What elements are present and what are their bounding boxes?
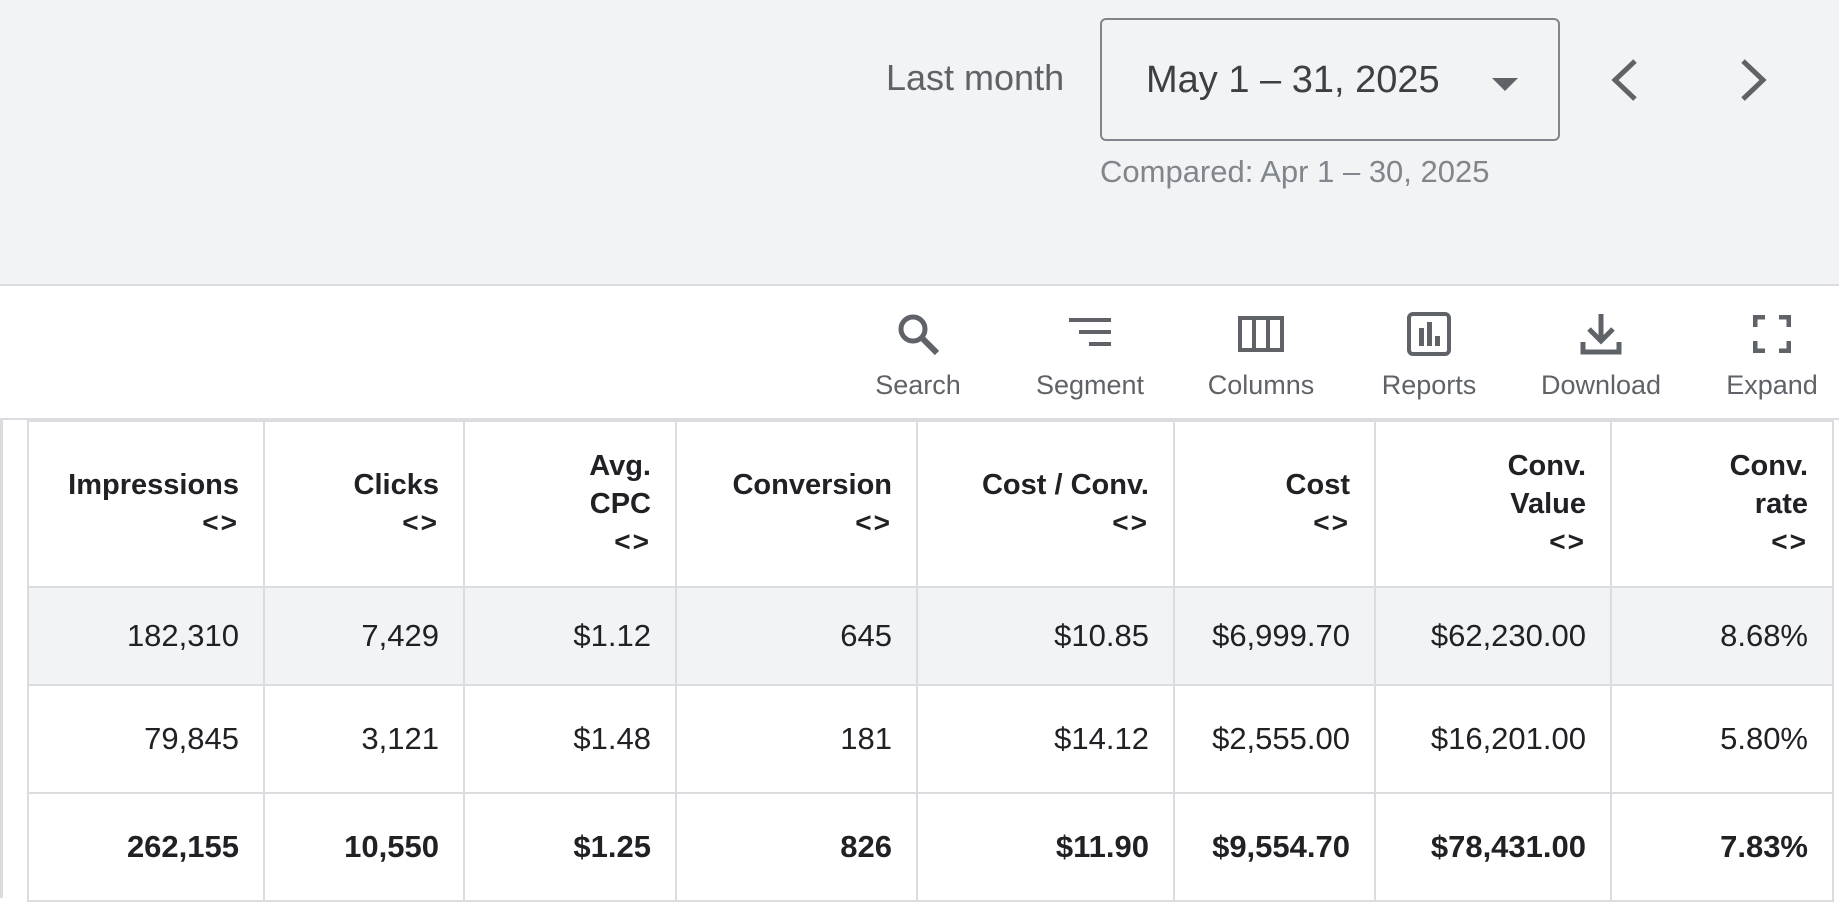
search-icon: [898, 314, 940, 356]
left-divider: [0, 420, 3, 898]
column-header-impressions[interactable]: Impressions <>: [27, 420, 265, 588]
column-header-conv-rate[interactable]: Conv. rate <>: [1610, 420, 1834, 588]
expand-icon: [1753, 315, 1791, 353]
sort-toggle-icon: <>: [1313, 507, 1350, 538]
sort-toggle-icon: <>: [1771, 526, 1808, 557]
dropdown-caret-icon: [1492, 78, 1518, 91]
column-header-cost-per-conv[interactable]: Cost / Conv. <>: [916, 420, 1175, 588]
total-impressions: 262,155: [27, 792, 265, 902]
expand-label: Expand: [1726, 370, 1818, 400]
range-label: Last month: [886, 57, 1065, 98]
cell-cost: $6,999.70: [1173, 586, 1376, 686]
column-header-cost[interactable]: Cost <>: [1173, 420, 1376, 588]
cell-conversion: 645: [675, 586, 918, 686]
table-row[interactable]: 79,845 3,121 $1.48 181 $14.12 $2,555.00 …: [27, 684, 1834, 794]
total-cost-per-conv: $11.90: [916, 792, 1175, 902]
compared-range: Compared: Apr 1 – 30, 2025: [1100, 154, 1490, 189]
sort-toggle-icon: <>: [202, 507, 239, 538]
download-label: Download: [1540, 370, 1662, 400]
sort-toggle-icon: <>: [1549, 526, 1586, 557]
reports-label: Reports: [1381, 370, 1477, 400]
sort-toggle-icon: <>: [614, 526, 651, 557]
segment-label: Segment: [1035, 370, 1145, 400]
segment-button[interactable]: Segment: [1028, 308, 1152, 412]
cell-avg-cpc: $1.48: [463, 684, 677, 794]
reports-icon: [1407, 312, 1451, 356]
cell-clicks: 3,121: [263, 684, 465, 794]
cell-conversion: 181: [675, 684, 918, 794]
cell-impressions: 182,310: [27, 586, 265, 686]
metrics-table-wrap: Impressions <> Clicks <> Avg. CPC <> Con…: [27, 420, 1834, 902]
table-toolbar: Search Segment Columns Reports Download …: [0, 286, 1839, 420]
cell-conv-rate: 8.68%: [1610, 586, 1834, 686]
table-header-row: Impressions <> Clicks <> Avg. CPC <> Con…: [27, 420, 1834, 588]
table-total-row: 262,155 10,550 $1.25 826 $11.90 $9,554.7…: [27, 792, 1834, 902]
total-clicks: 10,550: [263, 792, 465, 902]
column-header-avg-cpc[interactable]: Avg. CPC <>: [463, 420, 677, 588]
date-header: Last month May 1 – 31, 2025 Compared: Ap…: [0, 0, 1839, 286]
sort-toggle-icon: <>: [855, 507, 892, 538]
download-button[interactable]: Download: [1536, 308, 1666, 412]
column-header-clicks[interactable]: Clicks <>: [263, 420, 465, 588]
reports-button[interactable]: Reports: [1374, 308, 1484, 412]
date-range-value: May 1 – 31, 2025: [1146, 59, 1440, 101]
columns-icon: [1238, 316, 1284, 352]
sort-toggle-icon: <>: [1112, 507, 1149, 538]
total-cost: $9,554.70: [1173, 792, 1376, 902]
total-avg-cpc: $1.25: [463, 792, 677, 902]
column-header-conversion[interactable]: Conversion <>: [675, 420, 918, 588]
sort-toggle-icon: <>: [402, 507, 439, 538]
date-range-dropdown[interactable]: May 1 – 31, 2025: [1100, 18, 1560, 141]
segment-icon: [1069, 318, 1111, 346]
download-icon: [1580, 314, 1622, 355]
chevron-left-icon: [1611, 59, 1637, 101]
cell-cost: $2,555.00: [1173, 684, 1376, 794]
table-row[interactable]: 182,310 7,429 $1.12 645 $10.85 $6,999.70…: [27, 586, 1834, 686]
expand-button[interactable]: Expand: [1722, 308, 1822, 412]
columns-button[interactable]: Columns: [1202, 308, 1320, 412]
metrics-table: Impressions <> Clicks <> Avg. CPC <> Con…: [27, 420, 1834, 902]
previous-period-button[interactable]: [1590, 40, 1660, 120]
search-label: Search: [875, 370, 961, 400]
cell-cost-per-conv: $10.85: [916, 586, 1175, 686]
cell-conv-rate: 5.80%: [1610, 684, 1834, 794]
column-header-conv-value[interactable]: Conv. Value <>: [1374, 420, 1612, 588]
search-button[interactable]: Search: [868, 308, 968, 412]
cell-impressions: 79,845: [27, 684, 265, 794]
total-conv-rate: 7.83%: [1610, 792, 1834, 902]
chevron-right-icon: [1741, 59, 1767, 101]
total-conversion: 826: [675, 792, 918, 902]
next-period-button[interactable]: [1718, 40, 1788, 120]
cell-conv-value: $16,201.00: [1374, 684, 1612, 794]
cell-avg-cpc: $1.12: [463, 586, 677, 686]
cell-clicks: 7,429: [263, 586, 465, 686]
cell-conv-value: $62,230.00: [1374, 586, 1612, 686]
columns-label: Columns: [1207, 370, 1315, 400]
total-conv-value: $78,431.00: [1374, 792, 1612, 902]
cell-cost-per-conv: $14.12: [916, 684, 1175, 794]
